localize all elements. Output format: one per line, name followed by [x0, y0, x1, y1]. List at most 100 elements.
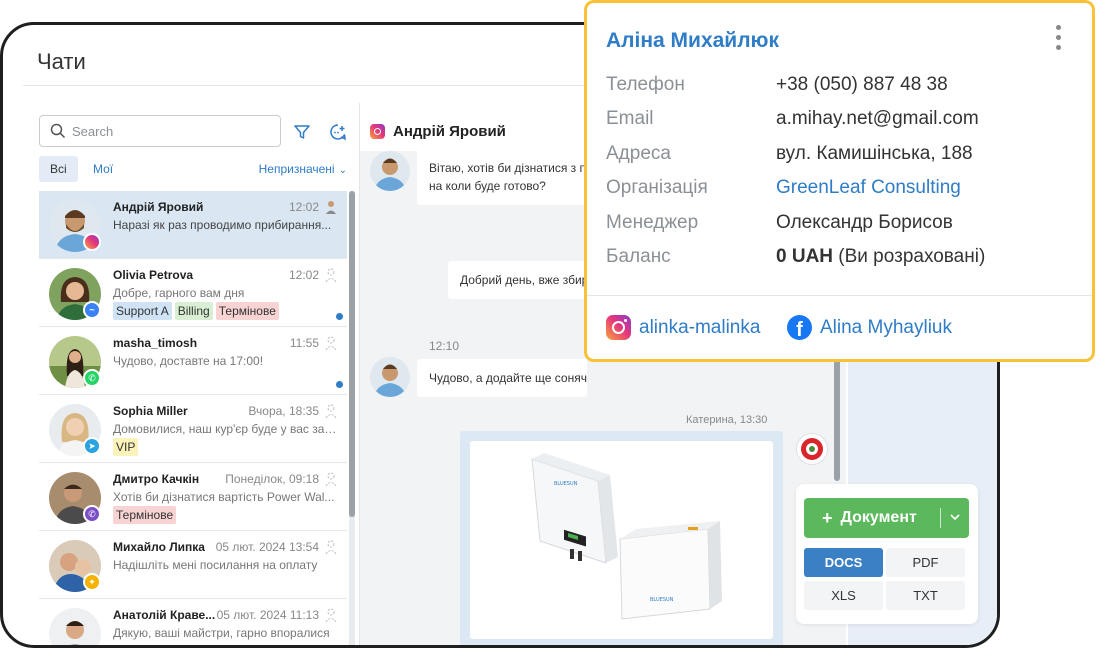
tag-list: Support A Billing Термінове: [113, 302, 279, 320]
agent-logo-icon: [796, 433, 828, 465]
format-docs-button[interactable]: DOCS: [804, 548, 883, 577]
assigned-agent-icon: [326, 201, 336, 214]
unassigned-dropdown[interactable]: Непризначені ⌄: [259, 156, 347, 182]
chat-preview: Хотів би дізнатися вартість Power Wal...: [113, 490, 335, 504]
image-message[interactable]: BLUESUN BLUESUN: [460, 431, 783, 645]
tab-all[interactable]: Всі: [39, 156, 78, 182]
chat-name: Sophia Miller: [113, 404, 188, 418]
field-label: Організація: [606, 177, 708, 198]
avatar: [49, 608, 101, 645]
chat-item[interactable]: ➤ Sophia Miller Вчора, 18:35 Домовилися,…: [39, 395, 347, 463]
chat-name: Olivia Petrova: [113, 268, 194, 282]
chevron-down-icon: ⌄: [338, 165, 347, 176]
product-brand-label: BLUESUN: [554, 481, 578, 487]
outgoing-message: Добрий день, вже збир: [448, 261, 587, 299]
message-time: 12:10: [429, 339, 460, 353]
chat-time: 11:55: [289, 336, 319, 350]
format-txt-button[interactable]: TXT: [886, 581, 965, 610]
messenger-icon: ~: [83, 301, 101, 319]
filter-icon[interactable]: [293, 123, 311, 141]
unassigned-icon[interactable]: [323, 539, 339, 555]
chat-item[interactable]: ✆ Дмитро Качкін Понеділок, 09:18 Хотів б…: [39, 463, 347, 531]
tag: Billing: [174, 302, 213, 320]
chat-preview: Надішліть мені посилання на оплату: [113, 558, 318, 572]
chat-item[interactable]: ~ Olivia Petrova 12:02 Добре, гарного ва…: [39, 259, 347, 327]
add-document-button[interactable]: + Документ: [804, 498, 969, 538]
chat-list-pane: Search Всі Мої Непризначені ⌄ Андрій Яров…: [23, 103, 359, 645]
telegram-icon: ➤: [83, 437, 101, 455]
message-text: Вітаю, хотів би дізнатися з п: [429, 161, 587, 175]
incoming-message: Вітаю, хотів би дізнатися з п на коли бу…: [417, 149, 587, 205]
facebook-name: Alina Myhayliuk: [820, 316, 952, 338]
message-text: на коли буде готово?: [429, 179, 546, 193]
chat-name: Дмитро Качкін: [113, 472, 200, 486]
field-label: Адреса: [606, 143, 671, 164]
chat-list: Андрій Яровий 12:02 Наразі як раз провод…: [39, 191, 347, 645]
unread-indicator: [336, 313, 343, 320]
chat-item[interactable]: ✆ masha_timosh 11:55 Чудово, доставте на…: [39, 327, 347, 395]
chat-item[interactable]: Андрій Яровий 12:02 Наразі як раз провод…: [39, 191, 347, 259]
chat-name: Михайло Липка: [113, 540, 205, 554]
whatsapp-icon: ✆: [83, 369, 101, 387]
chat-time: Вчора, 18:35: [248, 404, 319, 418]
tag: VIP: [113, 438, 139, 456]
chat-item[interactable]: ✦ Михайло Липка 05 лют. 2024 13:54 Надіш…: [39, 531, 347, 599]
viber-icon: ✆: [83, 505, 101, 523]
unassigned-icon[interactable]: [323, 471, 339, 487]
chat-preview: Домовилися, наш кур'єр буде у вас завт..…: [113, 422, 337, 436]
chat-channel-icon: ✦: [83, 573, 101, 591]
organization-link[interactable]: GreenLeaf Consulting: [776, 177, 961, 199]
instagram-handle: alinka-malinka: [639, 316, 761, 338]
field-label: Email: [606, 108, 654, 129]
incoming-message: Чудово, а додайте ще соняч: [417, 359, 587, 397]
plus-icon: +: [822, 507, 833, 528]
chat-preview: Наразі як раз проводимо прибирання...: [113, 218, 332, 232]
facebook-link[interactable]: f Alina Myhayliuk: [787, 315, 952, 340]
more-options-icon[interactable]: [1056, 25, 1062, 51]
manager-value: Олександр Борисов: [776, 212, 953, 233]
divider: [587, 295, 1092, 296]
instagram-icon: [606, 315, 631, 340]
chat-preview: Дякую, ваші майстри, гарно впоралися: [113, 626, 330, 640]
unread-indicator: [336, 381, 343, 388]
conversation-contact-name: Андрій Яровий: [393, 123, 506, 140]
contact-name: Аліна Михайлюк: [606, 29, 779, 52]
contact-card: Аліна Михайлюк Телефон +38 (050) 887 48 …: [584, 0, 1095, 362]
scrollbar-thumb[interactable]: [349, 191, 355, 517]
product-image[interactable]: BLUESUN BLUESUN: [470, 441, 773, 639]
message-text: Чудово, а додайте ще соняч: [429, 371, 587, 385]
tab-mine[interactable]: Мої: [93, 156, 113, 182]
email-value[interactable]: a.mihay.net@gmail.com: [776, 108, 979, 130]
unassigned-icon[interactable]: [323, 267, 339, 283]
chat-item[interactable]: Анатолій Краве... 05 лют. 2024 11:13 Дяк…: [39, 599, 347, 645]
format-pdf-button[interactable]: PDF: [886, 548, 965, 577]
unassigned-icon[interactable]: [323, 403, 339, 419]
avatar: [370, 151, 410, 191]
format-xls-button[interactable]: XLS: [804, 581, 883, 610]
phone-value[interactable]: +38 (050) 887 48 38: [776, 74, 948, 96]
address-value: вул. Камишінська, 188: [776, 143, 973, 164]
avatar: [370, 357, 410, 397]
unassigned-icon[interactable]: [323, 607, 339, 623]
divider: [940, 508, 941, 528]
chat-time: 05 лют. 2024 13:54: [215, 540, 319, 554]
chat-preview: Чудово, доставте на 17:00!: [113, 354, 264, 368]
new-chat-icon[interactable]: [329, 123, 347, 141]
instagram-icon: [370, 124, 385, 139]
search-input[interactable]: Search: [39, 115, 281, 147]
chat-time: Понеділок, 09:18: [225, 472, 319, 486]
instagram-icon: [83, 233, 101, 251]
chat-time: 12:02: [288, 200, 319, 214]
add-document-label: Документ: [840, 509, 917, 526]
chat-name: masha_timosh: [113, 336, 198, 350]
search-placeholder: Search: [72, 123, 114, 139]
chevron-down-icon[interactable]: [948, 510, 962, 524]
unassigned-icon[interactable]: [323, 335, 339, 351]
field-label: Телефон: [606, 74, 685, 95]
instagram-link[interactable]: alinka-malinka: [606, 315, 760, 340]
chat-name: Анатолій Краве...: [113, 608, 216, 622]
message-sender: Катерина, 13:30: [686, 414, 768, 426]
product-brand-label: BLUESUN: [650, 597, 674, 603]
document-widget: + Документ DOCS PDF XLS TXT: [796, 484, 978, 624]
search-icon: [50, 123, 66, 139]
